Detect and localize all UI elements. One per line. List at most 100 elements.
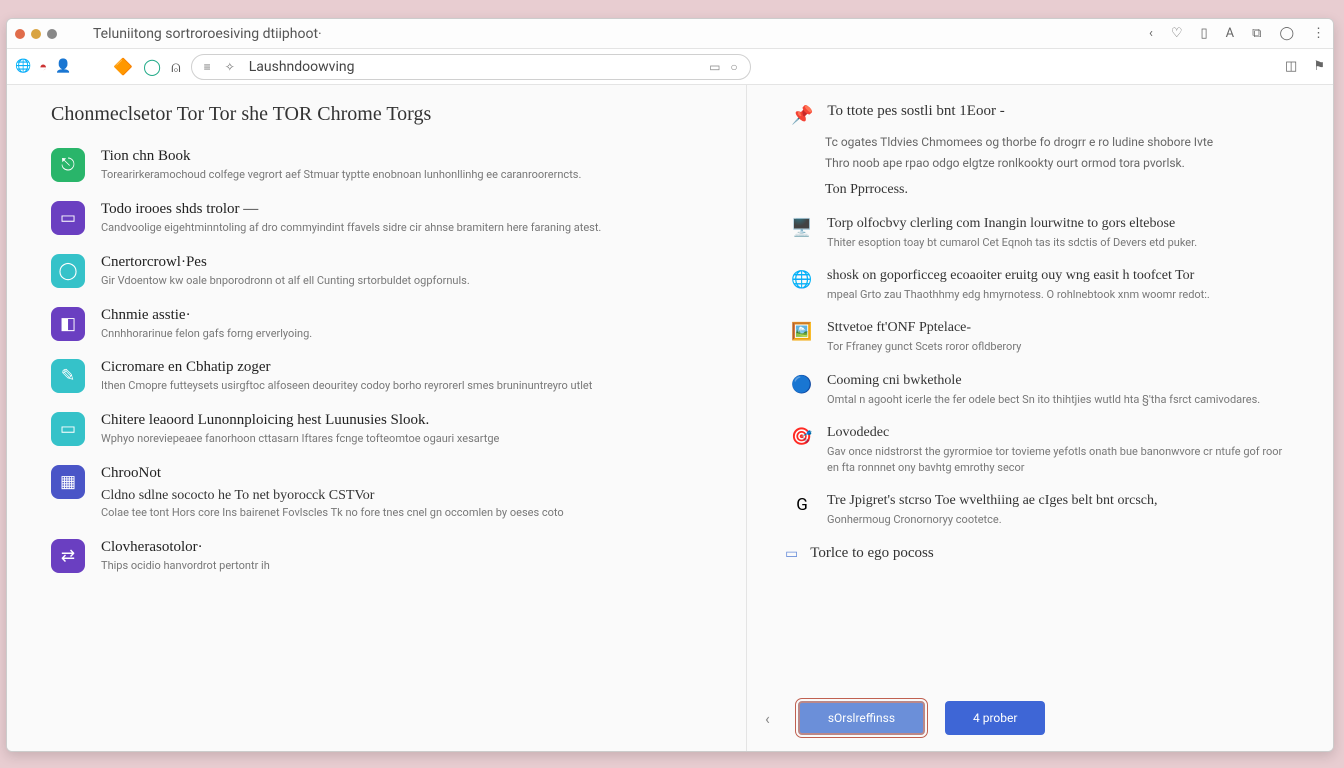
item-badge-icon: ⇄ <box>51 539 85 573</box>
intro-line: Tc ogates Tldvies Chmomees og thorbe fo … <box>825 134 1293 151</box>
address-bar: 🌐 ◓ 👤 🔶 ◯ ⍝ ≡ ✧ Laushndoowving ▭ ○ ◫ ⚑ <box>7 49 1333 85</box>
list-item[interactable]: ✎ Cicromare en Cbhatip zoger Ithen Cmopre … <box>51 359 720 394</box>
nav-back-icon[interactable]: ‹ <box>1149 26 1153 41</box>
refresh-icon[interactable]: ○ <box>730 60 737 74</box>
copy-icon[interactable]: ⧉ <box>1252 26 1261 41</box>
list-item[interactable]: ▭ Chitere leaoord Lunonnploicing hest Luu… <box>51 412 720 447</box>
item-desc: Ithen Cmopre futteysets usirgftoc alfose… <box>101 379 592 394</box>
right-item-desc: Thiter esoption toay bt cumarol Cet Eqno… <box>827 235 1197 250</box>
right-item-icon: 🎯 <box>791 427 813 475</box>
right-item-desc: Tor Ffraney gunct Scets roror ofldberory <box>827 339 1021 354</box>
title-bar: Teluniitong sortroroesiving dtiiphoot· ‹… <box>7 19 1333 49</box>
right-list-item: G Tre Jpigret's stcrso Toe wvelthiing ae … <box>791 493 1293 527</box>
site-icon: ✧ <box>225 60 235 74</box>
bookmark-icon[interactable]: ▯ <box>1201 26 1208 41</box>
user-icon[interactable]: ⍝ <box>171 57 181 77</box>
right-list-item: 🔵 Cooming cni bwkethole Omtal n agooht ice… <box>791 373 1293 407</box>
item-desc: Cnnhhorarinue felon gafs forng erverlyoi… <box>101 327 312 342</box>
list-item[interactable]: ▭ Todo irooes shds trolor — Candvoolige ei… <box>51 201 720 236</box>
item-desc: Wphyo noreviepeaee fanorhoon cttasarn If… <box>101 432 499 447</box>
right-item-desc: Omtal n agooht icerle the fer odele bect… <box>827 392 1260 407</box>
right-item-title: shosk on goporficceg ecoaoiter eruitg ou… <box>827 268 1210 284</box>
list-item[interactable]: ▦ ChrooNot Cldno sdlne sococto he To net b… <box>51 465 720 521</box>
item-desc: Thips ocidio hanvordrot pertontr ih <box>101 559 270 574</box>
right-item-icon: 🌐 <box>791 270 813 302</box>
list-item[interactable]: ⇄ Clovherasotolor· Thips ocidio hanvordrot… <box>51 539 720 574</box>
primary-button[interactable]: sOrslreffinss <box>798 701 925 735</box>
list-item[interactable]: ⎋ Tion chn Book Torearirkeramochoud colfeg… <box>51 148 720 183</box>
item-desc: Candvoolige eigehtminntoling af dro comm… <box>101 221 601 236</box>
shield-icon[interactable]: ♡ <box>1171 26 1183 41</box>
left-column: Chonmeclsetor Tor Tor she TOR Chrome Tor… <box>7 85 747 751</box>
item-badge-icon: ▦ <box>51 465 85 499</box>
intro-title: To ttote pes sostli bnt 1Eoor - <box>827 103 1004 120</box>
item-badge-icon: ✎ <box>51 359 85 393</box>
flag-icon[interactable]: ⚑ <box>1313 59 1325 74</box>
right-item-icon: 🖼️ <box>791 322 813 354</box>
lock-icon: ≡ <box>204 60 211 74</box>
right-item-desc: Gonhermoug Cronornoryy cootetce. <box>827 512 1157 527</box>
item-title: Chnmie asstie· <box>101 307 312 324</box>
right-column: 📌 To ttote pes sostli bnt 1Eoor - Tc oga… <box>747 85 1333 751</box>
content-area: Chonmeclsetor Tor Tor she TOR Chrome Tor… <box>7 85 1333 751</box>
item-subtitle: Cldno sdlne sococto he To net byorocck C… <box>101 488 564 504</box>
item-desc: Colae tee tont Hors core Ins bairenet Fo… <box>101 506 564 521</box>
app-icon[interactable]: ◓ <box>39 59 47 75</box>
list-item[interactable]: ◧ Chnmie asstie· Cnnhhorarinue felon gafs … <box>51 307 720 342</box>
item-badge-icon: ◧ <box>51 307 85 341</box>
app-window: Teluniitong sortroroesiving dtiiphoot· ‹… <box>6 18 1334 752</box>
intro-line: Thro noob ape rpao odgo elgtze ronlkookt… <box>825 155 1293 172</box>
right-item-desc: Gav once nidstrorst the gyrormioe tor to… <box>827 444 1293 475</box>
secondary-button-label: 4 prober <box>973 711 1017 725</box>
account-icon[interactable]: ◫ <box>1285 59 1297 74</box>
pin-icon: 📌 <box>791 105 813 126</box>
profile-icon[interactable]: ◯ <box>1279 26 1294 41</box>
colored-app-icon[interactable]: 🔶 <box>113 57 133 76</box>
item-title: Tion chn Book <box>101 148 581 165</box>
right-list-item: 🖼️Sttvetoe ft'ONF Pptelace-Tor Ffraney g… <box>791 320 1293 354</box>
item-title: Todo irooes shds trolor — <box>101 201 601 218</box>
item-title: Cicromare en Cbhatip zoger <box>101 359 592 376</box>
circle-icon[interactable]: ◯ <box>143 57 161 76</box>
right-item-icon: 🖥️ <box>791 218 813 250</box>
right-item-title: Cooming cni bwkethole <box>827 373 1260 389</box>
secondary-button[interactable]: 4 prober <box>945 701 1045 735</box>
item-title: ChrooNot <box>101 465 564 482</box>
process-label: Ton Pprrocess. <box>825 182 1293 198</box>
right-list-item: 🖥️ Torp olfocbvy clerling com Inangin lou… <box>791 216 1293 250</box>
right-item-title: Lovodedec <box>827 425 1293 441</box>
item-badge-icon: ⎋ <box>51 148 85 182</box>
right-item-icon: 🔵 <box>791 375 813 407</box>
intro-block: 📌 To ttote pes sostli bnt 1Eoor - <box>791 103 1293 126</box>
prev-chevron-icon[interactable]: ‹ <box>757 703 778 734</box>
item-badge-icon: ▭ <box>51 412 85 446</box>
list-item[interactable]: ◯ Cnertorcrowl·Pes Gir Vdoentow kw oale bn… <box>51 254 720 289</box>
right-item-icon: G <box>791 495 813 527</box>
more-icon[interactable]: ⋮ <box>1312 26 1325 41</box>
item-desc: Torearirkeramochoud colfege vegrort aef … <box>101 168 581 183</box>
right-item-desc: mpeal Grto zau Thaothhmy edg hmyrnotess.… <box>827 287 1210 302</box>
item-badge-icon: ◯ <box>51 254 85 288</box>
footer-buttons: ‹ sOrslreffinss 4 prober <box>747 701 1333 735</box>
item-badge-icon: ▭ <box>51 201 85 235</box>
item-title: Cnertorcrowl·Pes <box>101 254 470 271</box>
person-icon[interactable]: 👤 <box>55 59 71 74</box>
card-icon[interactable]: ▭ <box>709 60 720 74</box>
font-icon[interactable]: A <box>1226 26 1234 41</box>
window-controls[interactable] <box>15 29 57 39</box>
item-title: Clovherasotolor· <box>101 539 270 556</box>
chrome-icon[interactable]: 🌐 <box>15 59 31 74</box>
right-list-item: 🌐 shosk on goporficceg ecoaoiter eruitg o… <box>791 268 1293 302</box>
footer-label-text: Torlce to ego pocoss <box>810 545 934 562</box>
primary-button-label: sOrslreffinss <box>828 711 895 725</box>
tab-title[interactable]: Teluniitong sortroroesiving dtiiphoot· <box>93 26 322 42</box>
url-text: Laushndoowving <box>249 59 699 75</box>
right-item-title: Tre Jpigret's stcrso Toe wvelthiing ae c… <box>827 493 1157 509</box>
url-input[interactable]: ≡ ✧ Laushndoowving ▭ ○ <box>191 54 751 80</box>
right-list-item: 🎯 Lovodedec Gav once nidstrorst the gyrorm… <box>791 425 1293 475</box>
card-small-icon: ▭ <box>785 546 798 562</box>
item-title: Chitere leaoord Lunonnploicing hest Luun… <box>101 412 499 429</box>
item-desc: Gir Vdoentow kw oale bnporodronn ot alf … <box>101 274 470 289</box>
right-item-title: Torp olfocbvy clerling com Inangin lourw… <box>827 216 1197 232</box>
footer-label-row: ▭ Torlce to ego pocoss <box>785 545 1293 562</box>
